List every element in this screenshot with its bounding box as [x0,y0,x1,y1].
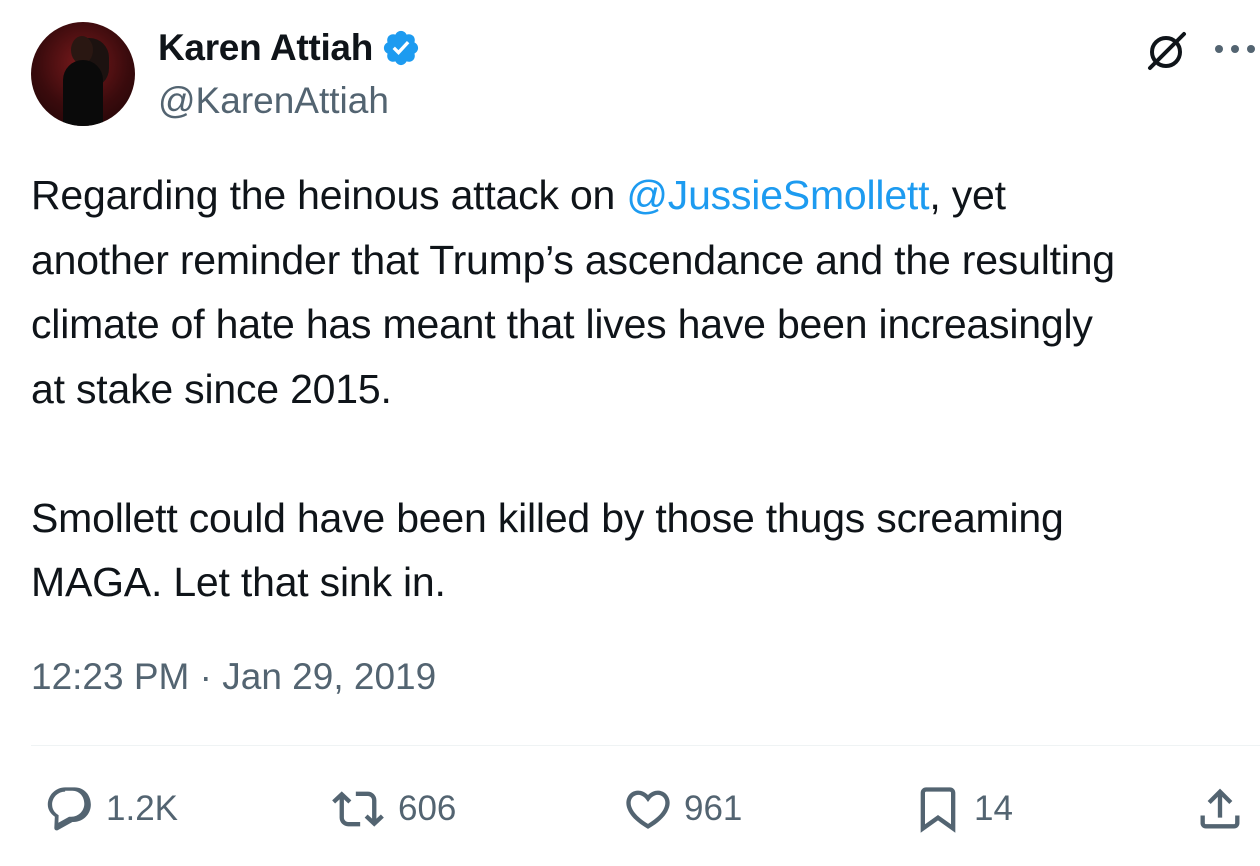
tweet-text: Regarding the heinous attack on @JussieS… [31,163,1260,615]
bookmark-count: 14 [974,789,1013,828]
tweet-line-text: Regarding the heinous attack on [31,172,627,218]
author-handle[interactable]: @KarenAttiah [158,80,389,122]
reply-count: 1.2K [106,789,178,828]
tweet-line: another reminder that Trump’s ascendance… [31,236,1115,283]
tweet-line-text: , yet [929,172,1006,218]
heart-icon [626,790,670,829]
divider [31,745,1260,746]
share-button[interactable] [1194,780,1246,838]
avatar-body [63,60,103,126]
retweet-icon [332,791,384,827]
more-icon[interactable] [1212,42,1258,56]
retweet-button[interactable]: 606 [328,780,456,838]
bookmark-button[interactable]: 14 [912,780,1013,838]
like-button[interactable]: 961 [622,780,742,838]
mention-link[interactable]: @JussieSmollett [626,172,929,218]
reply-icon [47,787,91,831]
retweet-count: 606 [398,789,457,828]
share-icon [1200,788,1240,829]
verified-badge-icon[interactable] [381,28,421,68]
bookmark-icon [920,787,956,833]
author-avatar[interactable] [31,22,135,126]
tweet-timestamp[interactable]: 12:23 PM · Jan 29, 2019 [31,656,436,698]
grok-icon[interactable] [1142,30,1190,72]
tweet-line: MAGA. Let that sink in. [31,559,446,605]
reply-button[interactable]: 1.2K [44,780,178,838]
tweet-line: Regarding the heinous attack on @JussieS… [31,163,1260,228]
author-name[interactable]: Karen Attiah [158,27,373,69]
author-name-row: Karen Attiah [158,27,421,69]
tweet-line: climate of hate has meant that lives hav… [31,301,1093,347]
tweet-line: Smollett could have been killed by those… [31,494,1064,541]
tweet-line: at stake since 2015. [31,365,392,412]
like-count: 961 [684,789,743,828]
